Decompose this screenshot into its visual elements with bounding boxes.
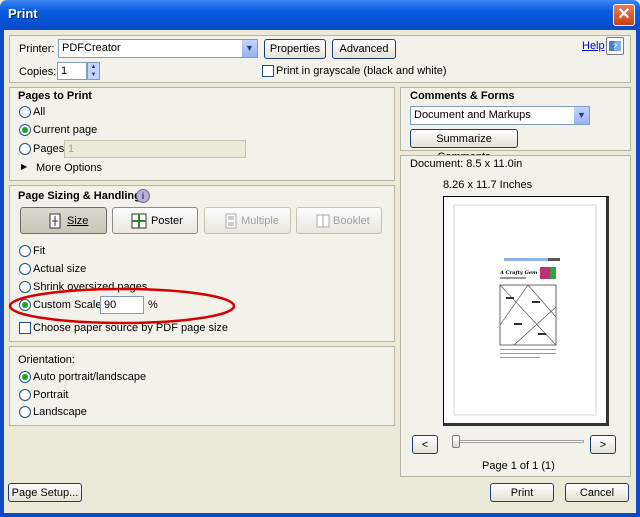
radio-pages-label: Pages	[33, 143, 65, 155]
grayscale-label: Print in grayscale (black and white)	[276, 65, 447, 77]
printer-value: PDFCreator	[62, 42, 121, 54]
expand-arrow-icon[interactable]: ▶	[21, 162, 27, 171]
properties-button[interactable]: Properties	[264, 39, 326, 59]
radio-current-page[interactable]	[19, 124, 31, 136]
help-link[interactable]: Help	[582, 40, 605, 52]
comments-forms-select[interactable]: Document and Markups ▼	[410, 106, 590, 125]
pages-to-print-title: Pages to Print	[18, 90, 92, 102]
poster-icon	[131, 213, 147, 229]
radio-portrait-label: Portrait	[33, 389, 69, 401]
page-info-label: Page 1 of 1 (1)	[482, 460, 555, 472]
radio-auto-orientation[interactable]	[19, 371, 31, 383]
grayscale-checkbox[interactable]	[262, 65, 274, 77]
advanced-button[interactable]: Advanced	[332, 39, 396, 59]
spin-up-icon[interactable]: ▲	[88, 63, 99, 71]
radio-portrait[interactable]	[19, 389, 31, 401]
chevron-down-icon: ▼	[241, 40, 257, 57]
paper-size-label: 8.26 x 11.7 Inches	[443, 179, 533, 191]
booklet-mode-label: Booklet	[333, 215, 370, 227]
printer-label: Printer:	[19, 43, 55, 55]
radio-current-page-label: Current page	[33, 124, 98, 136]
booklet-icon	[316, 214, 330, 228]
radio-landscape-label: Landscape	[33, 406, 87, 418]
poster-mode-label: Poster	[151, 215, 183, 227]
page-thumbnail: A Crafty Gem	[453, 204, 597, 416]
radio-fit[interactable]	[19, 245, 31, 257]
size-mode-label: Size	[67, 215, 89, 227]
more-options-toggle[interactable]: More Options	[36, 162, 102, 174]
multiple-icon	[225, 213, 237, 229]
size-icon	[49, 213, 61, 229]
window-border-right	[636, 30, 640, 517]
pages-range-input[interactable]: 1	[64, 140, 246, 158]
radio-auto-orientation-label: Auto portrait/landscape	[33, 371, 147, 383]
orientation-title: Orientation:	[18, 354, 75, 366]
printer-select[interactable]: PDFCreator ▼	[58, 39, 258, 58]
close-button[interactable]: ✕	[613, 4, 635, 26]
info-icon[interactable]: i	[136, 189, 150, 203]
highlight-ellipse	[8, 287, 236, 325]
cancel-button[interactable]: Cancel	[565, 483, 629, 502]
page-preview: A Crafty Gem	[443, 196, 609, 426]
document-size-label: Document: 8.5 x 11.0in	[410, 158, 523, 170]
poster-mode-button[interactable]: Poster	[112, 207, 198, 234]
radio-all[interactable]	[19, 106, 31, 118]
comments-forms-title: Comments & Forms	[410, 90, 515, 102]
booklet-mode-button[interactable]: Booklet	[296, 207, 382, 234]
radio-fit-label: Fit	[33, 245, 46, 257]
radio-actual-size[interactable]	[19, 263, 31, 275]
radio-pages[interactable]	[19, 143, 31, 155]
page-setup-button[interactable]: Page Setup...	[8, 483, 82, 502]
chevron-down-icon: ▼	[573, 107, 589, 124]
copies-input[interactable]: 1	[57, 62, 87, 80]
prev-page-button[interactable]: <	[412, 435, 438, 454]
comments-forms-value: Document and Markups	[414, 109, 531, 121]
window-title: Print	[8, 6, 38, 21]
spin-down-icon[interactable]: ▼	[88, 71, 99, 79]
summarize-comments-button[interactable]: Summarize Comments	[410, 129, 518, 163]
print-button[interactable]: Print	[490, 483, 554, 502]
zoom-slider-track[interactable]	[452, 440, 584, 443]
svg-text:?: ?	[613, 43, 618, 53]
copies-label: Copies:	[19, 66, 57, 78]
svg-text:A Crafty Gem: A Crafty Gem	[499, 270, 537, 276]
help-icon[interactable]: ?	[606, 37, 624, 55]
radio-landscape[interactable]	[19, 406, 31, 418]
multiple-mode-button[interactable]: Multiple	[204, 207, 291, 234]
title-bar[interactable]: Print ✕	[0, 0, 640, 30]
page-sizing-title: Page Sizing & Handling	[18, 190, 141, 202]
window-border-bottom	[0, 513, 640, 517]
zoom-slider-thumb[interactable]	[452, 435, 460, 448]
size-mode-button[interactable]: Size	[20, 207, 107, 234]
radio-all-label: All	[33, 106, 46, 118]
multiple-mode-label: Multiple	[241, 215, 279, 227]
copies-spinner[interactable]: ▲ ▼	[87, 62, 100, 80]
radio-actual-size-label: Actual size	[33, 263, 87, 275]
next-page-button[interactable]: >	[590, 435, 616, 454]
window-border-left	[0, 30, 4, 517]
